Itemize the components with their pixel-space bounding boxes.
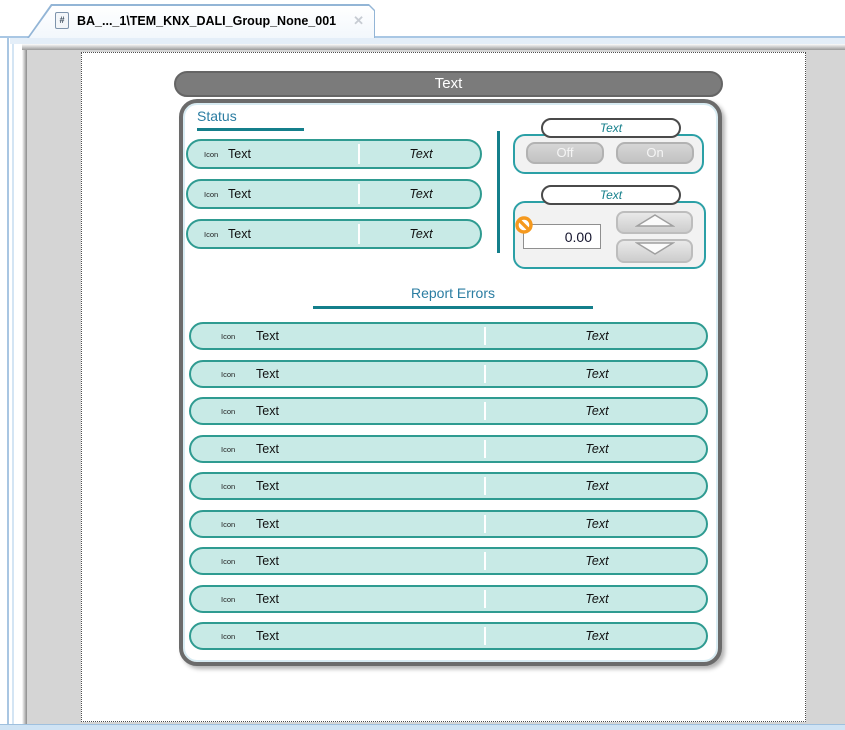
report-row-name: Text bbox=[256, 549, 279, 573]
panel-border-inner bbox=[12, 38, 14, 730]
no-entry-icon bbox=[515, 216, 533, 234]
report-row-value: Text bbox=[486, 324, 708, 348]
report-row-value: Text bbox=[486, 399, 708, 423]
report-row-name: Text bbox=[256, 474, 279, 498]
tab-bar: # BA_..._1\TEM_KNX_DALI_Group_None_001 ✕ bbox=[0, 0, 845, 38]
report-row-icon-label: Icon bbox=[221, 474, 235, 498]
report-row-icon-label: Icon bbox=[221, 362, 235, 386]
widget-header-pill[interactable]: Text bbox=[174, 71, 723, 97]
document-tab-content: # BA_..._1\TEM_KNX_DALI_Group_None_001 ✕ bbox=[29, 6, 374, 36]
report-error-row[interactable]: Icon Text Text bbox=[189, 472, 708, 500]
status-row-value: Text bbox=[360, 181, 482, 207]
report-error-row[interactable]: Icon Text Text bbox=[189, 622, 708, 650]
report-row-value: Text bbox=[486, 512, 708, 536]
decrement-button[interactable] bbox=[616, 239, 693, 263]
report-row-value: Text bbox=[486, 624, 708, 648]
report-row-value: Text bbox=[486, 474, 708, 498]
editor-window: # BA_..._1\TEM_KNX_DALI_Group_None_001 ✕… bbox=[0, 0, 845, 730]
report-error-row[interactable]: Icon Text Text bbox=[189, 510, 708, 538]
report-error-row[interactable]: Icon Text Text bbox=[189, 585, 708, 613]
report-errors-section-label: Report Errors bbox=[313, 285, 593, 301]
status-row-name: Text bbox=[228, 221, 251, 247]
report-row-icon-label: Icon bbox=[221, 624, 235, 648]
increment-button[interactable] bbox=[616, 211, 693, 234]
report-row-icon-label: Icon bbox=[221, 324, 235, 348]
report-row-name: Text bbox=[256, 624, 279, 648]
status-row-value: Text bbox=[360, 141, 482, 167]
report-error-row[interactable]: Icon Text Text bbox=[189, 322, 708, 350]
report-row-icon-label: Icon bbox=[221, 512, 235, 536]
report-row-name: Text bbox=[256, 437, 279, 461]
report-row-name: Text bbox=[256, 512, 279, 536]
window-bottom-border bbox=[0, 724, 845, 730]
report-row-icon-label: Icon bbox=[221, 587, 235, 611]
setpoint-value-input[interactable] bbox=[523, 224, 601, 249]
status-row-name: Text bbox=[228, 141, 251, 167]
on-button[interactable]: On bbox=[616, 142, 694, 164]
report-error-row[interactable]: Icon Text Text bbox=[189, 547, 708, 575]
report-row-name: Text bbox=[256, 362, 279, 386]
tab-title: BA_..._1\TEM_KNX_DALI_Group_None_001 bbox=[77, 6, 336, 36]
vertical-section-divider bbox=[497, 131, 500, 253]
report-errors-underline bbox=[313, 306, 593, 309]
report-row-name: Text bbox=[256, 399, 279, 423]
report-row-icon-label: Icon bbox=[221, 399, 235, 423]
report-error-row[interactable]: Icon Text Text bbox=[189, 360, 708, 388]
status-row[interactable]: Icon Text Text bbox=[186, 139, 482, 169]
status-underline bbox=[197, 128, 304, 131]
down-triangle-icon bbox=[635, 242, 675, 260]
report-row-value: Text bbox=[486, 587, 708, 611]
switch-group-label-pill: Text bbox=[541, 118, 681, 138]
report-row-name: Text bbox=[256, 587, 279, 611]
drawing-canvas: Text Status Icon Text Text Icon Text Tex… bbox=[27, 50, 845, 724]
status-row-value: Text bbox=[360, 221, 482, 247]
report-error-row[interactable]: Icon Text Text bbox=[189, 435, 708, 463]
status-row-icon-label: Icon bbox=[204, 221, 218, 247]
setpoint-group-label-pill: Text bbox=[541, 185, 681, 205]
report-row-value: Text bbox=[486, 437, 708, 461]
report-row-icon-label: Icon bbox=[221, 437, 235, 461]
report-row-name: Text bbox=[256, 324, 279, 348]
graphic-page: Text Status Icon Text Text Icon Text Tex… bbox=[81, 52, 806, 722]
report-row-value: Text bbox=[486, 362, 708, 386]
close-icon[interactable]: ✕ bbox=[353, 6, 364, 36]
panel-border-outer bbox=[7, 38, 9, 730]
off-button[interactable]: Off bbox=[526, 142, 604, 164]
graphic-page-icon: # bbox=[55, 12, 69, 29]
status-row-icon-label: Icon bbox=[204, 141, 218, 167]
status-section-label: Status bbox=[197, 108, 237, 124]
report-error-row[interactable]: Icon Text Text bbox=[189, 397, 708, 425]
status-row[interactable]: Icon Text Text bbox=[186, 179, 482, 209]
status-row-name: Text bbox=[228, 181, 251, 207]
status-row[interactable]: Icon Text Text bbox=[186, 219, 482, 249]
up-triangle-icon bbox=[635, 214, 675, 232]
report-row-value: Text bbox=[486, 549, 708, 573]
status-row-icon-label: Icon bbox=[204, 181, 218, 207]
report-row-icon-label: Icon bbox=[221, 549, 235, 573]
